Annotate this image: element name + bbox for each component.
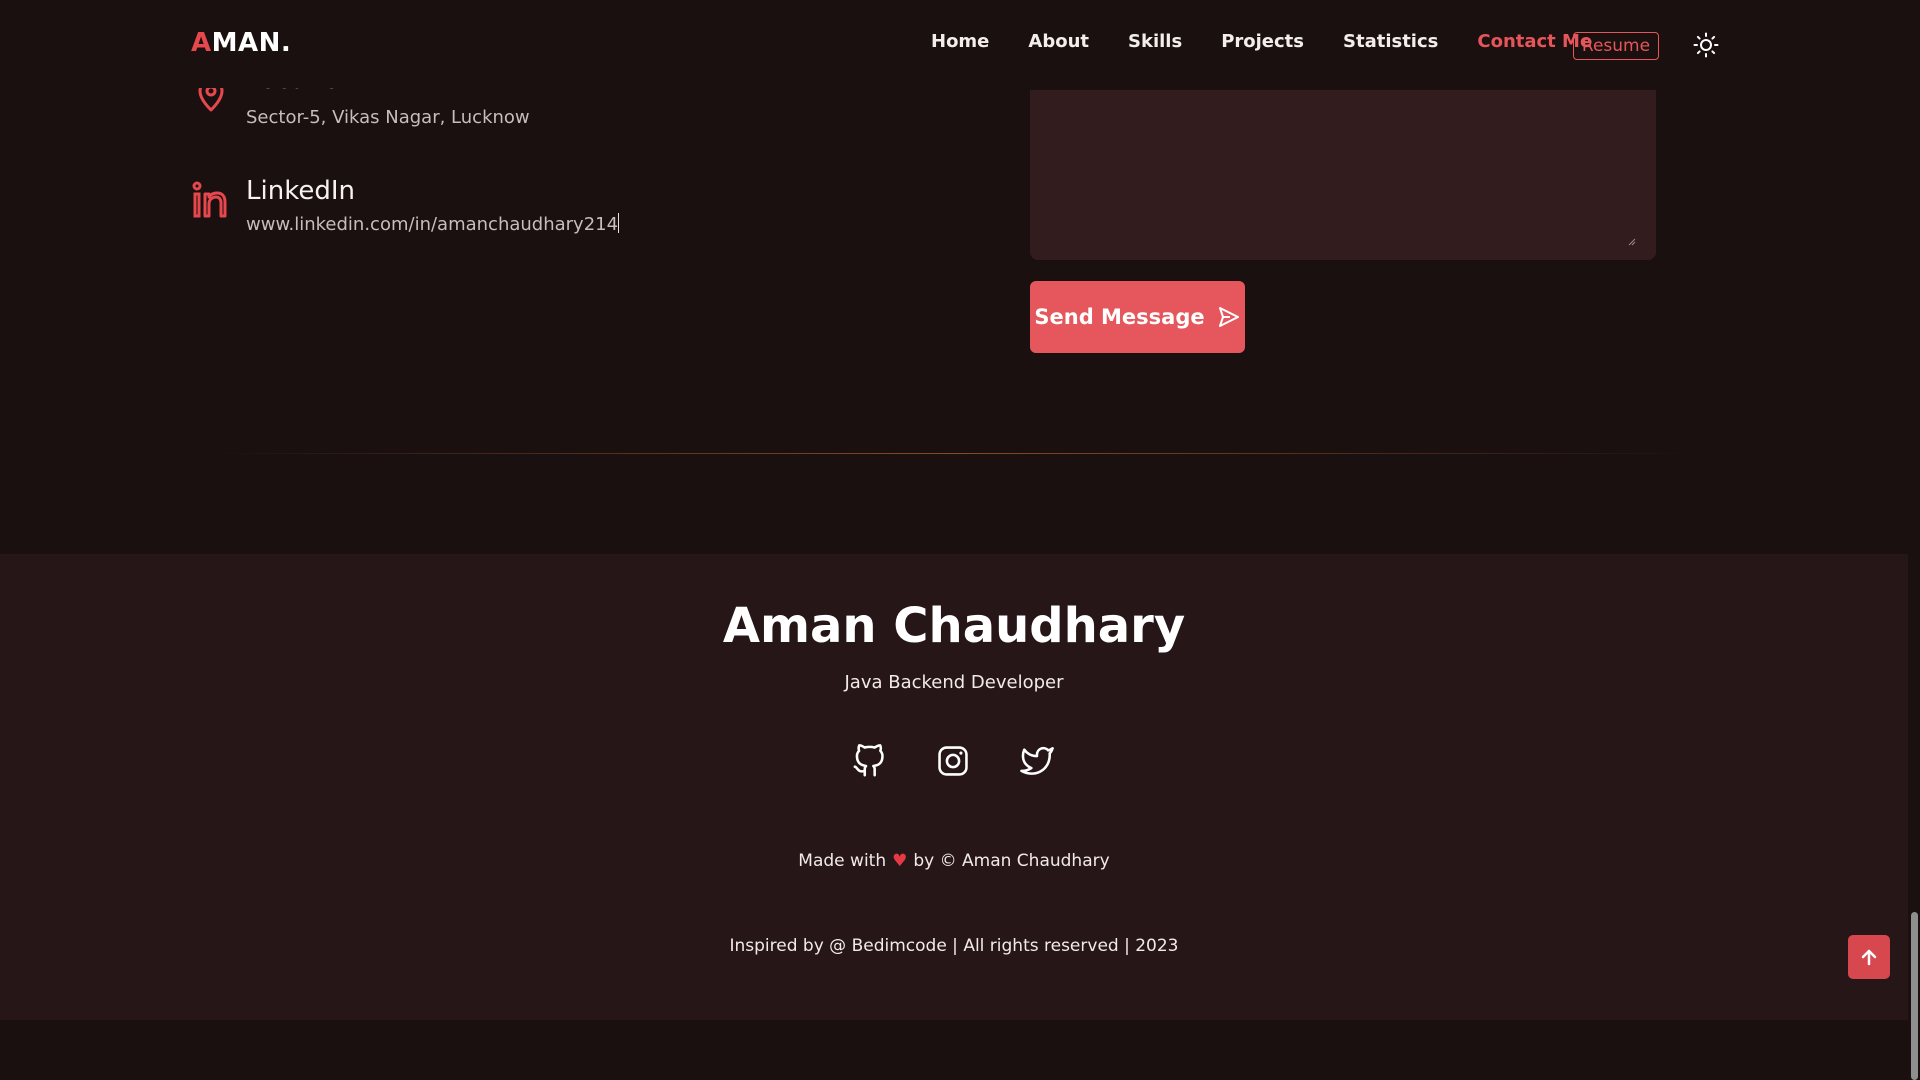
logo[interactable]: AMAN.: [191, 28, 291, 58]
made-with-suffix: by © Aman Chaudhary: [913, 851, 1110, 871]
copyright-text: Inspired by @ Bedimcode | All rights res…: [729, 936, 1179, 956]
nav-about[interactable]: About: [1028, 31, 1089, 52]
nav-projects[interactable]: Projects: [1221, 31, 1304, 52]
linkedin-link[interactable]: www.linkedin.com/in/amanchaudhary214: [246, 213, 620, 235]
nav-skills[interactable]: Skills: [1128, 31, 1182, 52]
instagram-icon[interactable]: [936, 744, 970, 778]
page-scrollbar[interactable]: [1908, 0, 1920, 1080]
footer-role: Java Backend Developer: [844, 672, 1064, 693]
linkedin-icon: [192, 181, 227, 218]
resume-button[interactable]: Resume: [1573, 32, 1659, 60]
send-icon: [1218, 307, 1239, 327]
linkedin-link-text: www.linkedin.com/in/amanchaudhary214: [246, 214, 619, 235]
heart-icon: ♥: [892, 851, 908, 871]
footer: Aman Chaudhary Java Backend Developer Ma…: [0, 554, 1908, 1020]
logo-text: MAN.: [211, 28, 292, 58]
nav-home[interactable]: Home: [931, 31, 989, 52]
github-icon[interactable]: [852, 744, 886, 778]
made-with-text: Made with ♥ by © Aman Chaudhary: [0, 851, 1908, 871]
arrow-up-icon: [1861, 949, 1877, 966]
sun-icon[interactable]: [1693, 32, 1719, 58]
resize-handle-icon[interactable]: [1628, 238, 1636, 246]
logo-accent: A: [191, 28, 212, 58]
text-cursor: [618, 213, 620, 233]
message-textarea[interactable]: [1030, 90, 1656, 260]
linkedin-title: LinkedIn: [246, 176, 355, 206]
header: AMAN. Home About Skills Projects Statist…: [0, 0, 1908, 88]
send-message-button[interactable]: Send Message: [1030, 281, 1245, 353]
footer-name: Aman Chaudhary: [722, 598, 1186, 654]
location-value: Sector-5, Vikas Nagar, Lucknow: [246, 107, 530, 128]
scroll-to-top-button[interactable]: [1848, 935, 1890, 979]
social-links: [852, 744, 1054, 778]
main-nav: Home About Skills Projects Statistics Co…: [931, 31, 1631, 52]
send-message-label: Send Message: [1034, 305, 1205, 329]
scrollbar-thumb[interactable]: [1911, 912, 1918, 1080]
twitter-icon[interactable]: [1020, 744, 1054, 778]
page: Location Sector-5, Vikas Nagar, Lucknow …: [0, 0, 1920, 1080]
made-with-prefix: Made with: [798, 851, 887, 871]
nav-statistics[interactable]: Statistics: [1343, 31, 1438, 52]
section-divider: [210, 453, 1700, 454]
